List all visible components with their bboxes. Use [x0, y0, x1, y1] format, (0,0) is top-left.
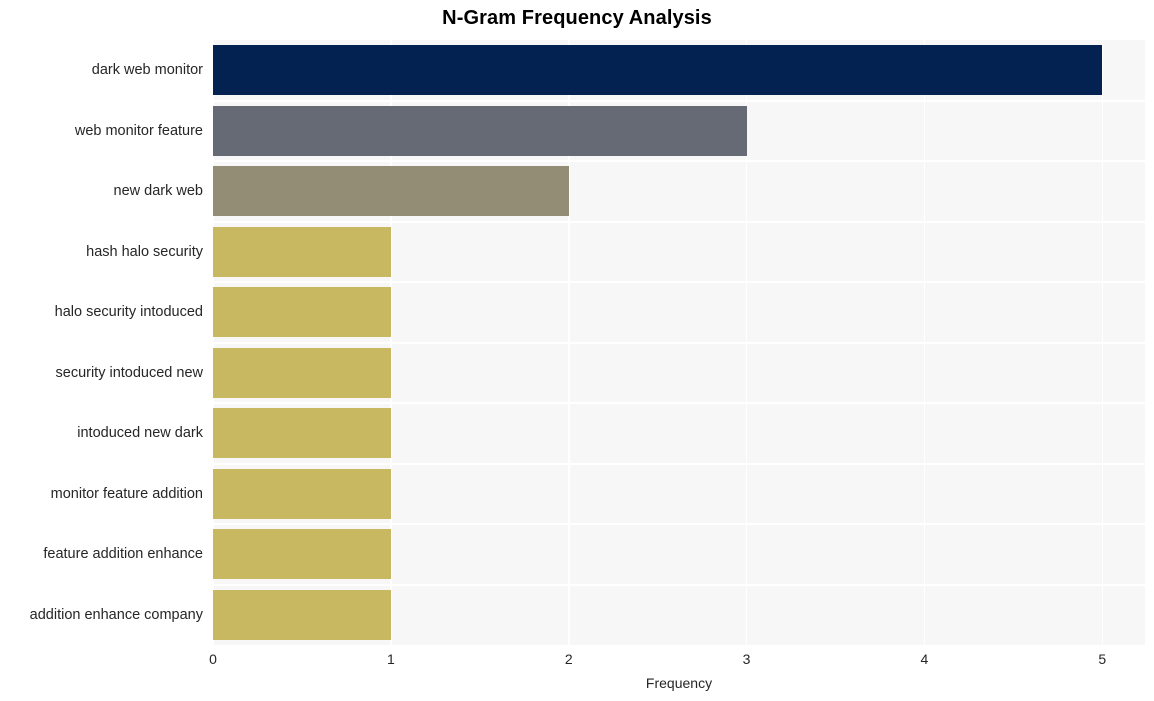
y-axis-tick-label: security intoduced new	[55, 364, 204, 381]
gridline-horizontal	[213, 583, 1145, 586]
gridline-horizontal	[213, 220, 1145, 223]
x-axis-tick-label: 2	[564, 651, 573, 667]
bar[interactable]	[213, 287, 391, 338]
bar[interactable]	[213, 166, 569, 217]
x-axis-tick-label: 5	[1098, 651, 1107, 667]
chart-title: N-Gram Frequency Analysis	[442, 7, 712, 29]
gridline-horizontal	[213, 160, 1145, 162]
y-axis-tick-label: monitor feature addition	[50, 485, 203, 502]
bar[interactable]	[213, 408, 391, 459]
x-axis-tick-label: 4	[920, 651, 929, 667]
bar[interactable]	[213, 226, 391, 277]
bar[interactable]	[213, 468, 391, 519]
y-axis-tick-label: feature addition enhance	[43, 546, 203, 563]
gridline-horizontal	[213, 341, 1145, 344]
bar[interactable]	[213, 347, 391, 398]
y-axis-tick-label: dark web monitor	[91, 62, 203, 79]
plot-area	[213, 40, 1145, 645]
bar[interactable]	[213, 529, 391, 580]
gridline-horizontal	[213, 402, 1145, 404]
bar[interactable]	[213, 589, 391, 640]
x-axis-tick-label: 1	[386, 651, 395, 667]
y-axis-tick-label: web monitor feature	[74, 122, 203, 139]
gridline-horizontal	[213, 99, 1145, 102]
x-axis-tick-label: 3	[742, 651, 751, 667]
x-axis-title: Frequency	[645, 675, 713, 691]
y-axis-tick-label: halo security intoduced	[54, 304, 203, 321]
y-axis-tick-label: new dark web	[113, 183, 203, 200]
gridline-horizontal	[213, 523, 1145, 525]
ngram-frequency-chart: N-Gram Frequency Analysis dark web monit…	[0, 0, 1154, 701]
bar[interactable]	[213, 45, 1103, 96]
bar[interactable]	[213, 105, 747, 156]
y-axis-tick-label: addition enhance company	[29, 606, 203, 623]
gridline-horizontal	[213, 281, 1145, 283]
y-axis-tick-label: hash halo security	[86, 243, 203, 260]
gridline-horizontal	[213, 462, 1145, 465]
x-axis-tick-label: 0	[209, 651, 217, 667]
y-axis-tick-label: intoduced new dark	[77, 425, 203, 442]
